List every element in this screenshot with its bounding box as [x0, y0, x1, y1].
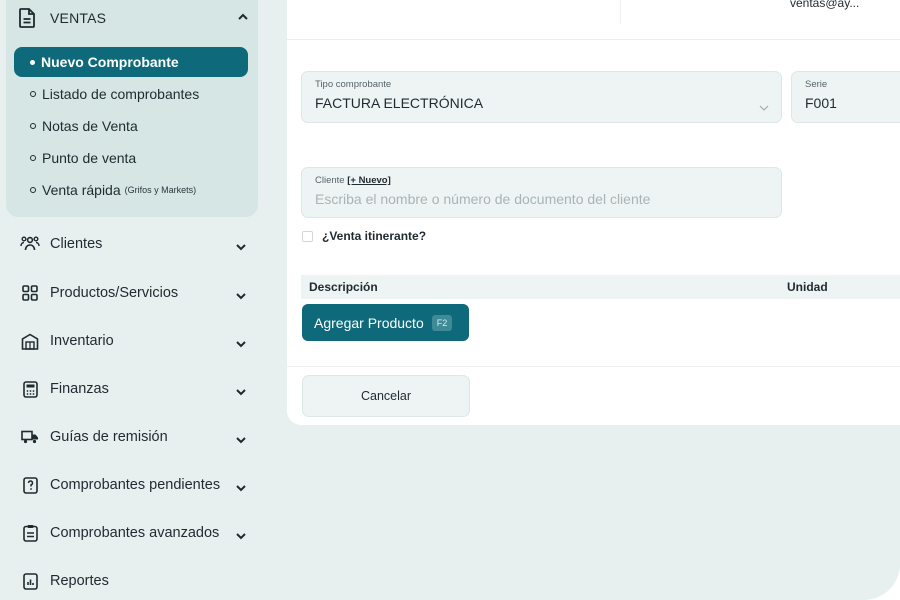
- header-separator: [287, 39, 900, 40]
- sidebar-item-ventas[interactable]: VENTAS: [16, 5, 256, 31]
- sidebar-subitem-label: Venta rápida: [42, 182, 121, 198]
- sidebar-subitem-venta-rapida[interactable]: Venta rápida (Grifos y Markets): [30, 180, 196, 200]
- chevron-up-icon: [238, 9, 248, 23]
- sidebar-item-label: VENTAS: [50, 10, 107, 26]
- chevron-down-icon: [236, 431, 246, 449]
- chevron-down-icon: [236, 383, 246, 401]
- sidebar-item-guias-remision[interactable]: Guías de remisión: [20, 424, 256, 450]
- field-value: FACTURA ELECTRÓNICA: [315, 95, 484, 111]
- document-icon: [16, 7, 38, 29]
- sidebar-item-label: Comprobantes avanzados: [50, 525, 220, 541]
- pending-doc-icon: [20, 475, 40, 495]
- field-label: Serie: [805, 79, 828, 90]
- bullet-dot-icon: [30, 59, 35, 65]
- sidebar-item-reportes[interactable]: Reportes: [20, 568, 256, 594]
- sidebar-item-label: Guías de remisión: [50, 429, 168, 445]
- field-label: Tipo comprobante: [315, 79, 392, 90]
- sidebar-subitem-label: Nuevo Comprobante: [41, 54, 179, 70]
- bullet-ring-icon: [30, 155, 36, 161]
- sidebar-item-label: Finanzas: [50, 381, 109, 397]
- clipboard-icon: [20, 523, 40, 543]
- field-label: Cliente [+ Nuevo]: [315, 175, 391, 186]
- sidebar-item-comprobantes-avanzados[interactable]: Comprobantes avanzados: [20, 520, 256, 546]
- shortcut-badge: F2: [431, 314, 453, 331]
- chevron-down-icon: [236, 238, 246, 256]
- chevron-down-icon: [236, 479, 246, 497]
- new-client-link[interactable]: [+ Nuevo]: [347, 175, 391, 186]
- sidebar-item-finanzas[interactable]: Finanzas: [20, 376, 256, 402]
- bullet-ring-icon: [30, 91, 36, 97]
- sidebar-item-comprobantes-pendientes[interactable]: Comprobantes pendientes: [20, 472, 256, 498]
- cliente-field: Cliente [+ Nuevo] Escriba el nombre o nú…: [301, 167, 782, 218]
- sidebar-subitem-listado-comprobantes[interactable]: Listado de comprobantes: [30, 84, 199, 104]
- user-email[interactable]: ventas@ay...: [790, 0, 859, 10]
- sidebar-subitem-nuevo-comprobante[interactable]: Nuevo Comprobante: [14, 47, 248, 77]
- serie-select[interactable]: Serie F001: [791, 71, 900, 123]
- header-divider: [620, 0, 621, 24]
- grid-icon: [20, 283, 40, 303]
- sidebar-item-label: Productos/Servicios: [50, 285, 179, 301]
- app-background: VENTAS Nuevo Comprobante Listado de comp…: [0, 0, 900, 600]
- venta-itinerante-label: ¿Venta itinerante?: [322, 229, 427, 243]
- warehouse-icon: [20, 331, 40, 351]
- sidebar-item-inventario[interactable]: Inventario: [20, 328, 256, 354]
- chevron-down-icon: [236, 335, 246, 353]
- sidebar-item-clientes[interactable]: Clientes: [20, 231, 256, 257]
- cliente-label: Cliente: [315, 175, 345, 186]
- tipo-comprobante-select[interactable]: Tipo comprobante FACTURA ELECTRÓNICA: [301, 71, 782, 123]
- table-header: Descripción Unidad: [301, 275, 900, 299]
- sidebar-subitem-label: Notas de Venta: [42, 118, 138, 134]
- sidebar-item-label: Inventario: [50, 333, 114, 349]
- chevron-down-icon: [236, 287, 246, 305]
- report-icon: [20, 571, 40, 591]
- calculator-icon: [20, 379, 40, 399]
- sidebar-item-label: Comprobantes pendientes: [50, 477, 221, 493]
- cancel-button[interactable]: Cancelar: [302, 375, 470, 417]
- column-header-descripcion: Descripción: [309, 280, 378, 294]
- sidebar: VENTAS Nuevo Comprobante Listado de comp…: [0, 0, 270, 600]
- sidebar-item-label: Clientes: [50, 236, 103, 252]
- bullet-ring-icon: [30, 187, 36, 193]
- sidebar-subitem-notas-venta[interactable]: Notas de Venta: [30, 116, 138, 136]
- sidebar-subitem-note: (Grifos y Markets): [124, 185, 197, 195]
- form-separator: [287, 366, 900, 367]
- users-icon: [20, 234, 40, 254]
- sidebar-subitem-label: Punto de venta: [42, 150, 137, 166]
- chevron-down-icon: [236, 527, 246, 545]
- venta-itinerante-checkbox[interactable]: [302, 231, 313, 242]
- add-product-button[interactable]: Agregar Producto F2: [302, 304, 469, 341]
- add-product-label: Agregar Producto: [314, 314, 424, 331]
- chevron-down-icon: [759, 98, 769, 116]
- bullet-ring-icon: [30, 123, 36, 129]
- sidebar-subitem-label: Listado de comprobantes: [42, 86, 200, 102]
- column-header-unidad: Unidad: [787, 280, 828, 294]
- cliente-search-input[interactable]: Escriba el nombre o número de documento …: [315, 191, 650, 207]
- field-value: F001: [805, 95, 837, 111]
- sidebar-item-productos-servicios[interactable]: Productos/Servicios: [20, 280, 256, 306]
- sidebar-item-label: Reportes: [50, 573, 109, 589]
- sidebar-subitem-punto-venta[interactable]: Punto de venta: [30, 148, 136, 168]
- truck-icon: [20, 427, 40, 447]
